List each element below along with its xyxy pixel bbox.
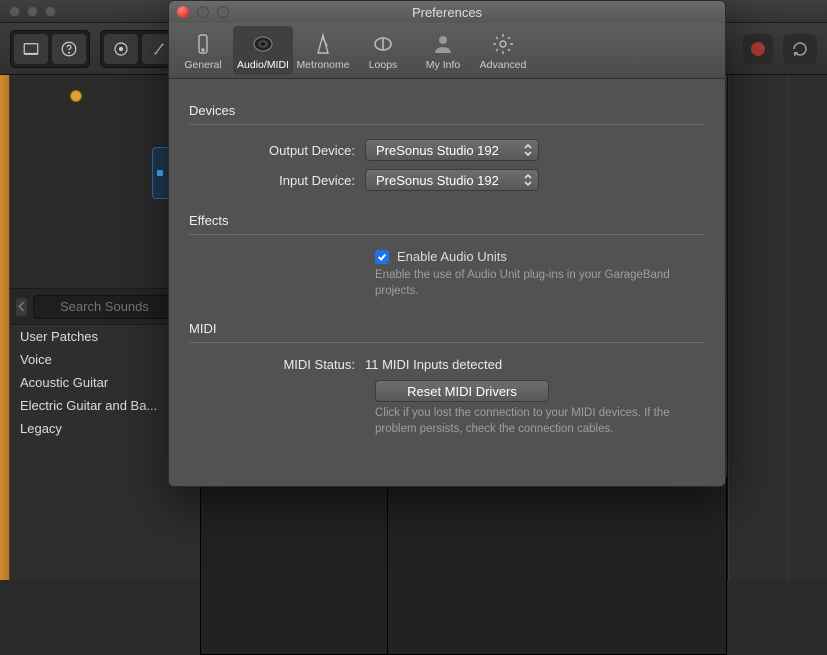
divider [189, 342, 705, 343]
traffic-minimize[interactable] [27, 6, 38, 17]
section-heading-effects: Effects [189, 213, 705, 228]
metronome-icon [310, 31, 336, 57]
quick-help-button[interactable] [52, 34, 86, 64]
tab-advanced[interactable]: Advanced [473, 26, 533, 75]
tab-metronome[interactable]: Metronome [293, 26, 353, 75]
tab-audio-midi[interactable]: Audio/MIDI [233, 26, 293, 75]
tab-label: My Info [426, 59, 460, 71]
gear-icon [490, 31, 516, 57]
right-timeline-strip [727, 75, 827, 580]
device-icon [190, 31, 216, 57]
tab-general[interactable]: General [173, 26, 233, 75]
midi-reset-hint: Click if you lost the connection to your… [375, 406, 705, 437]
tab-label: Loops [369, 59, 398, 71]
select-value: PreSonus Studio 192 [376, 173, 499, 188]
tab-label: General [184, 59, 221, 71]
tab-my-info[interactable]: My Info [413, 26, 473, 75]
chevron-updown-icon [523, 143, 533, 160]
editor-pane-left[interactable] [200, 477, 388, 655]
output-device-label: Output Device: [189, 143, 365, 158]
tab-label: Advanced [480, 59, 527, 71]
input-device-select[interactable]: PreSonus Studio 192 [365, 169, 539, 191]
effects-hint: Enable the use of Audio Unit plug-ins in… [375, 268, 685, 299]
editor-pane-right[interactable] [388, 477, 727, 655]
traffic-close[interactable] [9, 6, 20, 17]
track-edge-strip [0, 75, 10, 580]
close-button[interactable] [177, 6, 189, 18]
tab-label: Metronome [296, 59, 349, 71]
loop-icon [370, 31, 396, 57]
smart-controls-button[interactable] [104, 34, 138, 64]
midi-status-label: MIDI Status: [189, 357, 365, 372]
preferences-window: Preferences General Audio/MIDI Metronome… [168, 0, 726, 487]
divider [189, 234, 705, 235]
button-label: Reset MIDI Drivers [407, 384, 517, 399]
select-value: PreSonus Studio 192 [376, 143, 499, 158]
output-device-select[interactable]: PreSonus Studio 192 [365, 139, 539, 161]
reset-midi-drivers-button[interactable]: Reset MIDI Drivers [375, 380, 549, 402]
section-heading-midi: MIDI [189, 321, 705, 336]
section-heading-devices: Devices [189, 103, 705, 118]
zoom-button [217, 6, 229, 18]
midi-status-value: 11 MIDI Inputs detected [365, 357, 502, 372]
chevron-updown-icon [523, 173, 533, 190]
window-title: Preferences [169, 5, 725, 20]
input-device-label: Input Device: [189, 173, 365, 188]
preferences-titlebar[interactable]: Preferences [169, 1, 725, 23]
record-button[interactable] [743, 34, 773, 64]
enable-audio-units-checkbox[interactable] [375, 250, 389, 264]
automation-indicator-icon [70, 90, 82, 102]
library-toggle-button[interactable] [14, 34, 48, 64]
library-back-button[interactable] [16, 298, 27, 316]
preferences-tabbar: General Audio/MIDI Metronome Loops My In… [169, 23, 725, 79]
tab-label: Audio/MIDI [237, 59, 289, 71]
speaker-icon [250, 31, 276, 57]
cycle-button[interactable] [783, 34, 817, 64]
divider [189, 124, 705, 125]
minimize-button [197, 6, 209, 18]
checkbox-label: Enable Audio Units [397, 249, 507, 264]
traffic-zoom[interactable] [45, 6, 56, 17]
tab-loops[interactable]: Loops [353, 26, 413, 75]
person-icon [430, 31, 456, 57]
